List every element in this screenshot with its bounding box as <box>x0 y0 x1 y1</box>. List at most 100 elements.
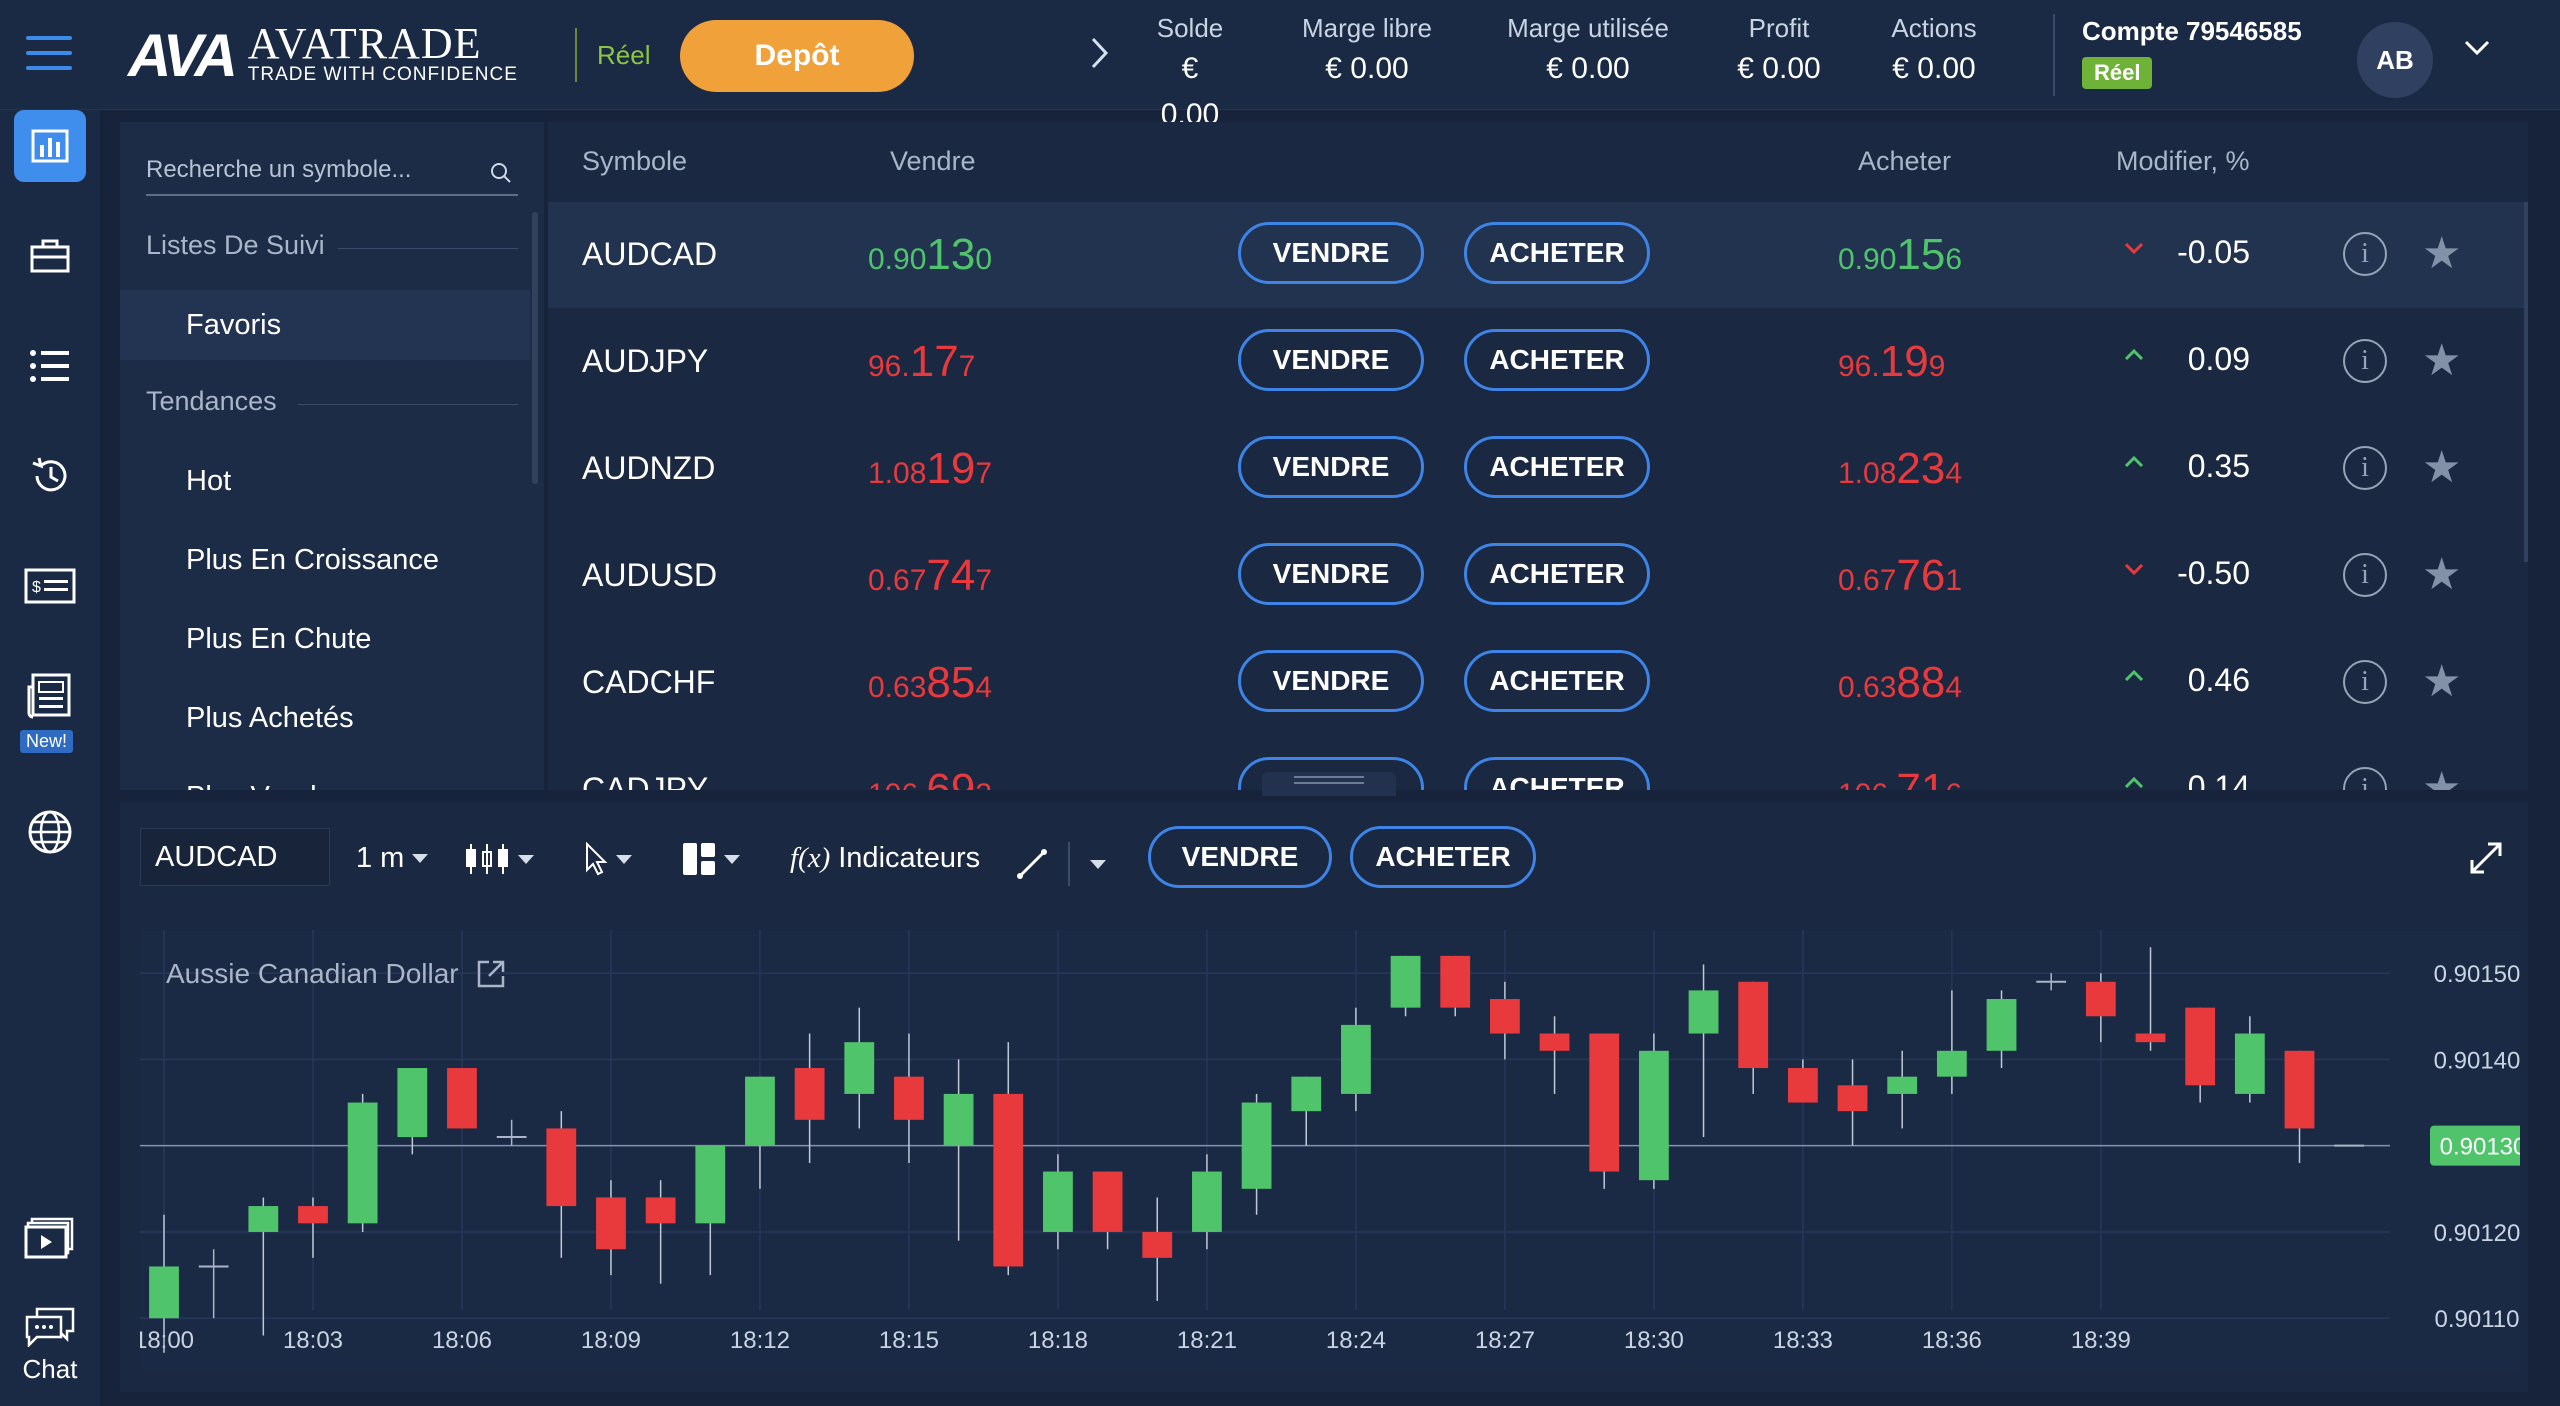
card-icon[interactable]: $ <box>14 550 86 622</box>
new-badge: New! <box>20 730 74 753</box>
table-scrollbar[interactable] <box>2524 202 2528 562</box>
sell-button[interactable]: VENDRE <box>1238 222 1424 284</box>
star-icon[interactable]: ★ <box>2422 335 2461 386</box>
info-icon[interactable]: i <box>2343 553 2387 597</box>
header-sell[interactable]: Vendre <box>890 146 976 177</box>
search-icon[interactable] <box>490 162 512 189</box>
star-icon[interactable]: ★ <box>2422 228 2461 279</box>
chart-type-select[interactable] <box>464 842 534 876</box>
interval-select[interactable]: 1 m <box>356 842 429 875</box>
header-buy[interactable]: Acheter <box>1858 146 1951 177</box>
chart-instrument-title: Aussie Canadian Dollar <box>166 958 507 990</box>
list-item-favoris[interactable]: Favoris <box>120 290 530 360</box>
sell-button[interactable]: VENDRE <box>1238 650 1424 712</box>
header-symbol[interactable]: Symbole <box>582 146 687 177</box>
buy-button[interactable]: ACHETER <box>1464 650 1650 712</box>
candle-body <box>1837 1085 1868 1112</box>
search-input[interactable] <box>146 148 466 192</box>
indicators-button[interactable]: f(x) Indicateurs <box>790 842 980 875</box>
chevron-down-icon[interactable] <box>2464 40 2490 66</box>
chevron-right-icon[interactable] <box>1090 36 1110 78</box>
star-icon[interactable]: ★ <box>2422 549 2461 600</box>
symbol-cell: CADJPY <box>582 771 709 790</box>
candle-body <box>844 1042 875 1094</box>
chart-symbol-field[interactable]: AUDCAD <box>140 828 330 886</box>
candlestick-icon <box>466 844 508 874</box>
panel-resize-handle[interactable] <box>1262 772 1396 796</box>
layout-icon <box>683 843 715 875</box>
candle-body <box>2234 1033 2265 1094</box>
star-icon[interactable]: ★ <box>2422 656 2461 707</box>
function-icon: f(x) <box>790 842 831 874</box>
candle-body <box>1241 1102 1272 1189</box>
info-icon[interactable]: i <box>2343 660 2387 704</box>
list-item-plus-vendus[interactable]: Plus Vendus <box>120 762 530 790</box>
list-item-plus-en-chute[interactable]: Plus En Chute <box>120 604 530 674</box>
list-item-hot[interactable]: Hot <box>120 446 530 516</box>
avatrade-logo[interactable]: AVA AVATRADE TRADE WITH CONFIDENCE <box>128 22 518 89</box>
list-item-plus-achetes[interactable]: Plus Achetés <box>120 683 530 753</box>
video-icon[interactable] <box>14 1202 86 1274</box>
info-icon[interactable]: i <box>2343 232 2387 276</box>
external-link-icon[interactable] <box>475 958 507 990</box>
layout-select[interactable] <box>682 842 740 876</box>
price-chart[interactable]: 0.90150 0.90140 0.90130 0.90120 0.90110 18:00… <box>140 930 2520 1370</box>
stat-marge-utilisee: Marge utilisée € 0.00 <box>1507 13 1669 85</box>
globe-icon[interactable] <box>14 796 86 868</box>
account-info[interactable]: Compte 79546585 Réel <box>2082 16 2302 89</box>
watchlist-scrollbar[interactable] <box>532 212 538 484</box>
table-row[interactable]: AUDCAD 0.90130 VENDRE ACHETER 0.90156 -0.05 i ★ <box>548 202 2528 308</box>
star-icon[interactable]: ★ <box>2422 442 2461 493</box>
buy-button[interactable]: ACHETER <box>1464 329 1650 391</box>
sell-price: 96.177 <box>868 337 976 386</box>
chat-icon[interactable] <box>14 1290 86 1362</box>
table-row[interactable]: AUDJPY 96.177 VENDRE ACHETER 96.199 0.09 i ★ <box>548 309 2528 415</box>
table-row[interactable]: AUDUSD 0.67747 VENDRE ACHETER 0.67761 -0.50 i ★ <box>548 523 2528 629</box>
sell-button[interactable]: VENDRE <box>1238 329 1424 391</box>
table-row[interactable]: CADJPY106.693VENDREACHETER106.7160.14i★ <box>548 737 2528 790</box>
chart-sell-button[interactable]: VENDRE <box>1148 826 1332 888</box>
candle-body <box>1986 999 2017 1051</box>
info-icon[interactable]: i <box>2343 446 2387 490</box>
candle-body <box>347 1102 378 1224</box>
change-value: -0.05 <box>2177 234 2250 270</box>
buy-button[interactable]: ACHETER <box>1464 757 1650 790</box>
x-tick-label: 18:18 <box>1028 1327 1088 1354</box>
info-icon[interactable]: i <box>2343 339 2387 383</box>
candle-body <box>298 1206 328 1224</box>
list-item-plus-en-croissance[interactable]: Plus En Croissance <box>120 525 530 595</box>
deposit-button[interactable]: Depôt <box>680 20 914 92</box>
candle-body <box>1192 1171 1222 1232</box>
instrument-table: Symbole Vendre Acheter Modifier, % AUDCA… <box>548 122 2528 790</box>
search-box <box>146 148 518 196</box>
line-tool-icon <box>1017 849 1047 879</box>
menu-icon[interactable] <box>26 36 72 72</box>
fullscreen-icon[interactable] <box>2468 840 2504 881</box>
cursor-tool-select[interactable] <box>584 842 632 876</box>
star-icon[interactable]: ★ <box>2422 763 2461 790</box>
dropdown-arrow-icon <box>412 854 429 863</box>
candle-body <box>1738 981 1769 1069</box>
sell-price: 1.08197 <box>868 444 993 493</box>
sell-button[interactable]: VENDRE <box>1238 543 1424 605</box>
buy-button[interactable]: ACHETER <box>1464 543 1650 605</box>
buy-button[interactable]: ACHETER <box>1464 222 1650 284</box>
header-change[interactable]: Modifier, % <box>2116 146 2250 177</box>
chat-label[interactable]: Chat <box>0 1354 100 1385</box>
sell-price: 0.63854 <box>868 658 993 707</box>
chart-svg[interactable]: 0.90150 0.90140 0.90130 0.90120 0.90110 18:00… <box>140 930 2520 1370</box>
chart-buy-button[interactable]: ACHETER <box>1350 826 1536 888</box>
buy-button[interactable]: ACHETER <box>1464 436 1650 498</box>
info-icon[interactable]: i <box>2343 767 2387 790</box>
table-row[interactable]: AUDNZD 1.08197 VENDRE ACHETER 1.08234 0.35 i ★ <box>548 416 2528 522</box>
news-icon[interactable] <box>14 660 86 732</box>
list-icon[interactable] <box>14 330 86 402</box>
candle-body <box>1390 955 1421 1008</box>
chart-icon[interactable] <box>14 110 86 182</box>
sell-button[interactable]: VENDRE <box>1238 436 1424 498</box>
history-icon[interactable] <box>14 440 86 512</box>
table-row[interactable]: CADCHF 0.63854 VENDRE ACHETER 0.63884 0.46 i ★ <box>548 630 2528 736</box>
avatar[interactable]: AB <box>2357 22 2433 98</box>
briefcase-icon[interactable] <box>14 220 86 292</box>
drawing-tools-select[interactable] <box>1016 842 1106 886</box>
